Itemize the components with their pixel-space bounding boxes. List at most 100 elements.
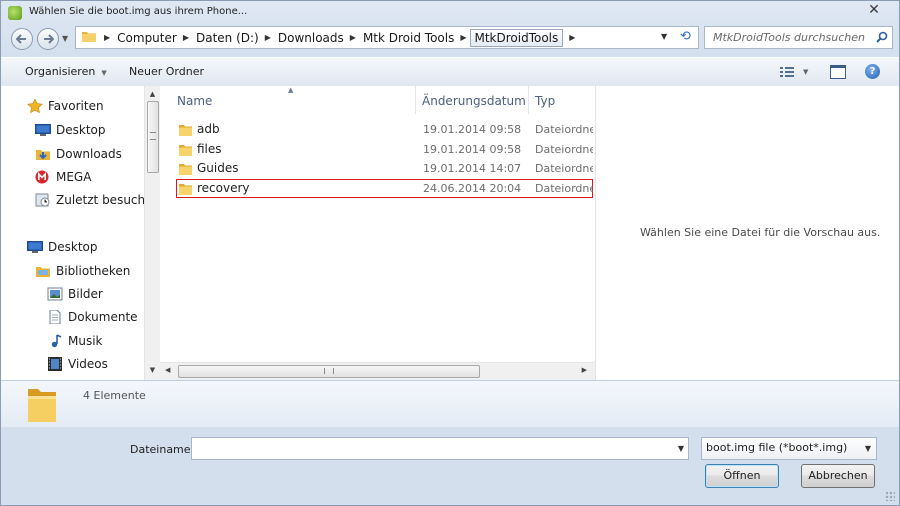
chevron-right-icon[interactable]: ▶ [569, 33, 575, 42]
nav-item-musik[interactable]: Musik [47, 331, 103, 351]
nav-favorites[interactable]: Favoriten [27, 96, 104, 116]
file-type-filter[interactable]: boot.img file (*boot*.img) ▼ [701, 437, 877, 460]
nav-item-label: Desktop [56, 123, 106, 137]
new-folder-button[interactable]: Neuer Ordner [129, 65, 204, 78]
nav-item-label: Musik [68, 334, 103, 348]
file-type: Dateiordner [535, 123, 593, 136]
title-bar[interactable]: Wählen Sie die boot.img aus ihrem Phone.… [1, 1, 899, 25]
scroll-down-icon[interactable]: ▼ [145, 366, 160, 374]
folder-icon [28, 389, 56, 422]
nav-item-dokumente[interactable]: Dokumente [47, 307, 138, 327]
breadcrumb-computer[interactable]: Computer [117, 31, 177, 45]
breadcrumb: ▶ Computer ▶ Daten (D:) ▶ Downloads ▶ Mt… [98, 27, 582, 48]
address-dropdown[interactable]: ▼ [661, 32, 667, 41]
folder-icon [179, 164, 192, 175]
file-type: Dateiordner [535, 182, 593, 195]
open-button[interactable]: Öffnen [705, 464, 779, 488]
scrollbar-thumb[interactable] [178, 365, 480, 378]
file-type: Dateiordner [535, 162, 593, 175]
file-name: recovery [197, 181, 250, 195]
nav-scrollbar[interactable]: ▲ ▼ [144, 86, 160, 380]
column-header-type[interactable]: Typ [535, 86, 555, 114]
breadcrumb-daten[interactable]: Daten (D:) [196, 31, 259, 45]
address-bar[interactable]: ▶ Computer ▶ Daten (D:) ▶ Downloads ▶ Mt… [75, 26, 699, 49]
scroll-left-icon[interactable]: ◀ [165, 366, 170, 374]
documents-icon [47, 309, 63, 325]
recent-pages-dropdown[interactable]: ▼ [62, 34, 68, 43]
forward-button[interactable] [37, 28, 59, 50]
organize-label: Organisieren [25, 65, 96, 78]
view-options-icon[interactable] [780, 67, 794, 77]
chevron-right-icon[interactable]: ▶ [183, 33, 189, 42]
preview-pane-icon[interactable] [830, 65, 846, 79]
column-header-name[interactable]: Name [177, 86, 212, 114]
breadcrumb-mtk-droid-tools[interactable]: Mtk Droid Tools [363, 31, 454, 45]
file-date: 19.01.2014 09:58 [423, 143, 522, 156]
breadcrumb-downloads[interactable]: Downloads [278, 31, 344, 45]
resize-grip[interactable] [885, 491, 895, 501]
scroll-up-icon[interactable]: ▲ [145, 90, 160, 98]
chevron-right-icon[interactable]: ▶ [104, 33, 110, 42]
cancel-button[interactable]: Abbrechen [801, 464, 875, 488]
search-input[interactable]: MtkDroidTools durchsuchen [713, 31, 865, 44]
refresh-icon[interactable]: ⟲ [680, 29, 691, 44]
chevron-right-icon[interactable]: ▶ [460, 33, 466, 42]
close-icon: ✕ [868, 2, 880, 18]
file-name: files [197, 142, 222, 156]
column-header-date[interactable]: Änderungsdatum [422, 86, 526, 114]
nav-item-label: Downloads [56, 147, 122, 161]
file-open-dialog: Wählen Sie die boot.img aus ihrem Phone.… [0, 0, 900, 506]
organize-button[interactable]: Organisieren ▼ [25, 65, 107, 78]
breadcrumb-mtkdroidtools[interactable]: MtkDroidTools [469, 28, 564, 47]
file-row-adb[interactable]: adb 19.01.2014 09:58 Dateiordner [176, 120, 593, 139]
nav-libraries-label: Bibliotheken [56, 264, 131, 278]
folder-icon [179, 145, 192, 156]
file-list-hscrollbar[interactable]: ◀ ▶ [160, 362, 595, 380]
videos-icon [47, 357, 63, 371]
close-button[interactable]: ✕ [859, 1, 889, 19]
nav-item-desktop-fav[interactable]: Desktop [35, 120, 106, 140]
help-icon[interactable]: ? [865, 64, 880, 79]
nav-desktop-label: Desktop [48, 240, 98, 254]
filename-field[interactable]: ▼ [191, 437, 689, 460]
nav-libraries[interactable]: Bibliotheken [35, 261, 130, 281]
star-icon [27, 98, 43, 114]
file-row-recovery[interactable]: recovery 24.06.2014 20:04 Dateiordner [176, 179, 593, 198]
details-pane: 4 Elemente [1, 380, 899, 427]
item-count: 4 Elemente [83, 389, 146, 402]
file-date: 19.01.2014 14:07 [423, 162, 522, 175]
nav-desktop[interactable]: Desktop [27, 237, 98, 257]
file-row-files[interactable]: files 19.01.2014 09:58 Dateiordner [176, 140, 593, 159]
preview-pane: Wählen Sie eine Datei für die Vorschau a… [595, 86, 898, 380]
chevron-down-icon[interactable]: ▼ [803, 68, 808, 76]
app-icon [8, 6, 22, 20]
search-icon[interactable] [876, 31, 888, 43]
search-box[interactable]: MtkDroidTools durchsuchen [704, 26, 893, 49]
file-date: 24.06.2014 20:04 [423, 182, 522, 195]
pictures-icon [47, 287, 63, 301]
nav-item-videos[interactable]: Videos [47, 354, 108, 374]
chevron-down-icon[interactable]: ▼ [678, 444, 684, 453]
nav-item-bilder[interactable]: Bilder [47, 284, 103, 304]
nav-item-mega[interactable]: MEGA [35, 167, 91, 187]
command-bar: Organisieren ▼ Neuer Ordner ▼ ? [1, 57, 899, 87]
file-row-guides[interactable]: Guides 19.01.2014 14:07 Dateiordner [176, 159, 593, 178]
filename-input[interactable] [192, 438, 670, 457]
music-icon [47, 334, 63, 348]
file-list: ▲ Name Änderungsdatum Typ adb 19.01.2014… [160, 86, 595, 380]
folder-icon [179, 184, 192, 195]
navigation-pane: Favoriten Desktop Downloads MEGA Zuletzt… [1, 86, 144, 380]
nav-item-downloads[interactable]: Downloads [35, 144, 122, 164]
scroll-right-icon[interactable]: ▶ [582, 366, 587, 374]
nav-item-label: Bilder [68, 287, 103, 301]
scrollbar-thumb[interactable] [147, 101, 159, 173]
file-name: adb [197, 122, 220, 136]
chevron-down-icon: ▼ [101, 69, 107, 77]
back-arrow-icon [16, 34, 26, 44]
back-button[interactable] [11, 28, 33, 50]
chevron-right-icon[interactable]: ▶ [350, 33, 356, 42]
nav-item-label: Dokumente [68, 310, 138, 324]
libraries-icon [35, 264, 51, 278]
nav-item-recent[interactable]: Zuletzt besucht [35, 190, 144, 210]
chevron-right-icon[interactable]: ▶ [265, 33, 271, 42]
